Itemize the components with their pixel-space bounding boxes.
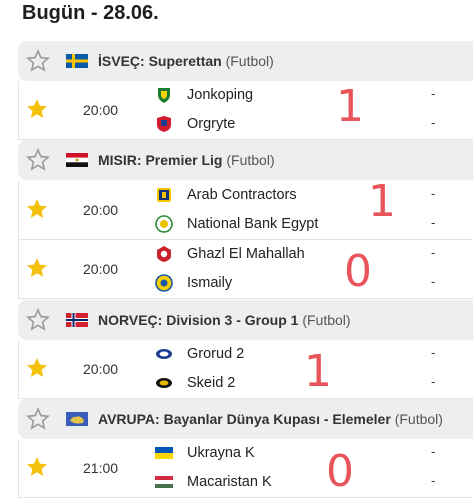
league-header-egypt[interactable]: MISIR: Premier Lig (Futbol)	[18, 140, 473, 180]
league-name[interactable]: Superettan	[149, 53, 222, 69]
match-time: 21:00	[83, 460, 119, 476]
away-team-name[interactable]: National Bank Egypt	[187, 216, 318, 232]
away-team: National Bank Egypt	[155, 214, 318, 234]
home-team: Arab Contractors	[155, 185, 297, 205]
league-title: İSVEÇ: Superettan (Futbol)	[98, 53, 274, 69]
away-score: -	[431, 473, 436, 488]
star-outline-icon[interactable]	[26, 49, 50, 76]
home-team: Jonkoping	[155, 85, 253, 105]
league-name[interactable]: Bayanlar Dünya Kupası - Elemeler	[164, 411, 391, 427]
star-outline-icon[interactable]	[26, 148, 50, 175]
away-score: -	[431, 215, 436, 230]
star-filled-icon[interactable]	[25, 97, 49, 126]
league-header-norway[interactable]: NORVEÇ: Division 3 - Group 1 (Futbol)	[18, 300, 473, 340]
star-outline-icon[interactable]	[26, 308, 50, 335]
league-title: MISIR: Premier Lig (Futbol)	[98, 152, 275, 168]
match-time: 20:00	[83, 102, 119, 118]
match-time: 20:00	[83, 261, 119, 277]
handwritten-note: 1	[304, 346, 332, 397]
home-team: Grorud 2	[155, 344, 244, 364]
league-sport: (Futbol)	[225, 53, 274, 69]
home-score: -	[431, 444, 436, 459]
league-header-europe[interactable]: AVRUPA: Bayanlar Dünya Kupası - Elemeler…	[18, 399, 473, 439]
away-score: -	[431, 115, 436, 130]
home-score: -	[431, 245, 436, 260]
home-team-name[interactable]: Ghazl El Mahallah	[187, 246, 305, 262]
league-header-sweden[interactable]: İSVEÇ: Superettan (Futbol)	[18, 41, 473, 81]
away-team-name[interactable]: Macaristan K	[187, 474, 272, 490]
league-name[interactable]: Division 3 - Group 1	[166, 312, 298, 328]
ukraine-flag-icon	[155, 444, 173, 462]
home-team: Ukrayna K	[155, 443, 255, 463]
hungary-flag-icon	[155, 473, 173, 491]
star-filled-icon[interactable]	[25, 256, 49, 285]
skeid-logo-icon	[155, 374, 173, 392]
league-name[interactable]: Premier Lig	[145, 152, 222, 168]
home-score: -	[431, 186, 436, 201]
away-team: Macaristan K	[155, 472, 272, 492]
match-time: 20:00	[83, 361, 119, 377]
away-team: Orgryte	[155, 114, 235, 134]
home-team-name[interactable]: Jonkoping	[187, 87, 253, 103]
ismaily-logo-icon	[155, 274, 173, 292]
match-row[interactable]: 20:00 Ghazl El Mahallah Ismaily - -	[18, 240, 473, 299]
home-team: Ghazl El Mahallah	[155, 244, 305, 264]
sweden-flag-icon	[66, 54, 88, 68]
away-team-name[interactable]: Orgryte	[187, 116, 235, 132]
egypt-flag-icon	[66, 153, 88, 167]
ghazl-el-mahallah-logo-icon	[155, 245, 173, 263]
orgryte-logo-icon	[155, 115, 173, 133]
home-score: -	[431, 86, 436, 101]
league-country: MISIR:	[98, 152, 142, 168]
league-sport: (Futbol)	[226, 152, 275, 168]
norway-flag-icon	[66, 313, 88, 327]
home-score: -	[431, 345, 436, 360]
handwritten-note: 0	[326, 446, 354, 497]
league-sport: (Futbol)	[394, 411, 443, 427]
star-filled-icon[interactable]	[25, 356, 49, 385]
match-time: 20:00	[83, 202, 119, 218]
league-sport: (Futbol)	[302, 312, 351, 328]
home-team-name[interactable]: Grorud 2	[187, 346, 244, 362]
star-outline-icon[interactable]	[26, 407, 50, 434]
league-country: AVRUPA:	[98, 411, 160, 427]
league-title: AVRUPA: Bayanlar Dünya Kupası - Elemeler…	[98, 411, 443, 427]
league-title: NORVEÇ: Division 3 - Group 1 (Futbol)	[98, 312, 351, 328]
league-country: NORVEÇ:	[98, 312, 163, 328]
page-title: Bugün - 28.06.	[22, 2, 159, 24]
handwritten-note: 0	[344, 246, 372, 297]
national-bank-egypt-logo-icon	[155, 215, 173, 233]
match-row[interactable]: 20:00 Arab Contractors National Bank Egy…	[18, 181, 473, 240]
away-team: Skeid 2	[155, 373, 235, 393]
home-team-name[interactable]: Arab Contractors	[187, 187, 297, 203]
away-score: -	[431, 274, 436, 289]
away-team-name[interactable]: Ismaily	[187, 275, 232, 291]
grorud-logo-icon	[155, 345, 173, 363]
arab-contractors-logo-icon	[155, 186, 173, 204]
away-score: -	[431, 374, 436, 389]
europe-map-icon	[66, 412, 88, 426]
handwritten-note: 1	[368, 176, 396, 227]
league-country: İSVEÇ:	[98, 53, 145, 69]
star-filled-icon[interactable]	[25, 197, 49, 226]
jonkoping-logo-icon	[155, 86, 173, 104]
away-team-name[interactable]: Skeid 2	[187, 375, 235, 391]
away-team: Ismaily	[155, 273, 232, 293]
home-team-name[interactable]: Ukrayna K	[187, 445, 255, 461]
handwritten-note: 1	[336, 81, 364, 132]
star-filled-icon[interactable]	[25, 455, 49, 484]
match-row[interactable]: 20:00 Jonkoping Orgryte - -	[18, 81, 473, 140]
match-row[interactable]: 21:00 Ukrayna K Macaristan K - -	[18, 439, 473, 498]
match-row[interactable]: 20:00 Grorud 2 Skeid 2 - -	[18, 340, 473, 399]
